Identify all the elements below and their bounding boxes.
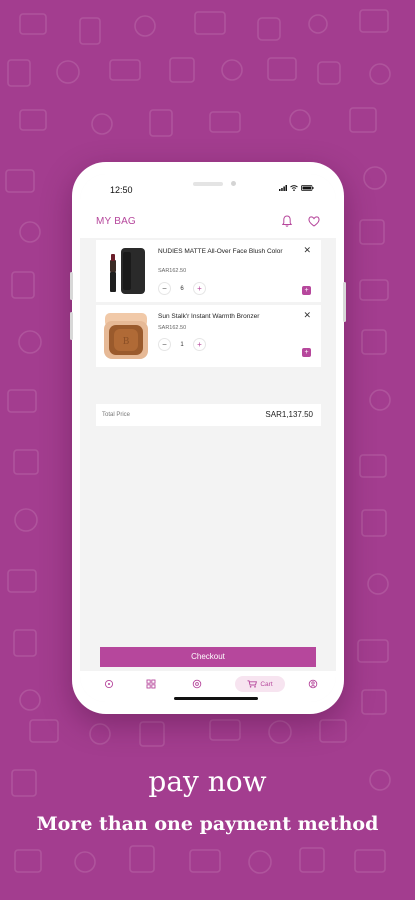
product-name[interactable]: NUDIES MATTE All-Over Face Blush Color xyxy=(158,247,306,257)
product-price: SAR162.50 xyxy=(158,268,187,274)
battery-icon xyxy=(301,185,314,191)
quantity-stepper: − 1 + xyxy=(158,338,206,351)
promo-headline: pay now xyxy=(148,765,267,798)
total-label: Total Price xyxy=(102,412,131,418)
product-price: SAR162.50 xyxy=(158,325,187,331)
app-screen: 12:50 MY BAG NUDIES MATTE All-Over Face … xyxy=(80,174,336,702)
page-title: MY BAG xyxy=(96,216,136,227)
nav-cart-tab[interactable]: Cart xyxy=(235,676,285,692)
phone-side-button xyxy=(70,312,73,340)
quantity-value: 1 xyxy=(180,341,184,348)
home-indicator xyxy=(174,697,258,700)
add-to-wishlist-button[interactable]: + xyxy=(302,348,311,357)
front-camera xyxy=(231,181,236,186)
decrease-quantity-button[interactable]: − xyxy=(158,282,171,295)
status-icons xyxy=(279,185,314,191)
home-icon[interactable] xyxy=(104,679,114,689)
checkout-button[interactable]: Checkout xyxy=(100,647,316,667)
quantity-stepper: − 6 + xyxy=(158,282,206,295)
increase-quantity-button[interactable]: + xyxy=(193,338,206,351)
phone-side-button xyxy=(70,272,73,300)
increase-quantity-button[interactable]: + xyxy=(193,282,206,295)
nav-cart-label: Cart xyxy=(260,680,273,688)
add-to-wishlist-button[interactable]: + xyxy=(302,286,311,295)
product-image-blush xyxy=(110,248,145,294)
decrease-quantity-button[interactable]: − xyxy=(158,338,171,351)
wifi-icon xyxy=(290,185,298,191)
phone-frame: 12:50 MY BAG NUDIES MATTE All-Over Face … xyxy=(70,162,346,714)
speaker-grille xyxy=(193,182,223,186)
signal-icon xyxy=(279,185,287,191)
heart-icon[interactable] xyxy=(307,214,321,228)
status-time: 12:50 xyxy=(110,185,133,195)
cart-item: NUDIES MATTE All-Over Face Blush Color S… xyxy=(96,240,321,302)
product-image-bronzer: B xyxy=(104,313,148,359)
cart-item: B Sun Stalk'r Instant Warmth Bronzer SAR… xyxy=(96,305,321,367)
offers-icon[interactable] xyxy=(192,679,202,689)
svg-text:B: B xyxy=(123,337,130,347)
remove-item-icon[interactable]: ✕ xyxy=(303,310,311,321)
total-value: SAR1,137.50 xyxy=(265,410,313,419)
categories-icon[interactable] xyxy=(146,679,156,689)
profile-icon[interactable] xyxy=(308,679,318,689)
bell-icon[interactable] xyxy=(280,214,294,228)
promo-subline: More than one payment method xyxy=(36,813,379,835)
quantity-value: 6 xyxy=(180,285,184,292)
phone-power-button xyxy=(343,282,346,322)
cart-icon xyxy=(247,680,258,688)
status-bar: 12:50 xyxy=(80,174,336,204)
remove-item-icon[interactable]: ✕ xyxy=(303,245,311,256)
bottom-nav: Cart xyxy=(80,671,336,702)
total-row: Total Price SAR1,137.50 xyxy=(96,404,321,426)
app-header: MY BAG xyxy=(80,204,336,238)
product-name[interactable]: Sun Stalk'r Instant Warmth Bronzer xyxy=(158,312,306,322)
